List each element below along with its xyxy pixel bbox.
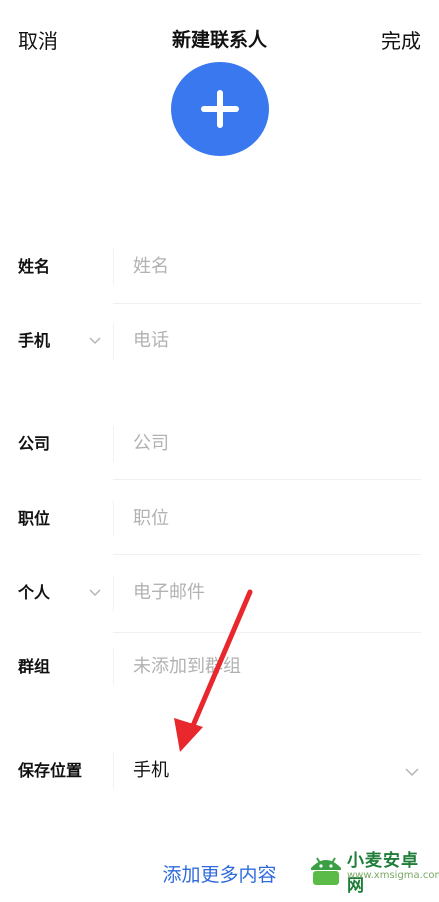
group-selector[interactable]: 未添加到群组 — [133, 637, 241, 697]
separator — [113, 479, 421, 480]
position-input[interactable]: 职位 — [133, 489, 169, 549]
page-title: 新建联系人 — [171, 29, 267, 51]
android-logo-icon — [311, 857, 341, 885]
row-divider — [113, 753, 114, 789]
site-watermark: 小麦安卓网 www.xmsigma.com — [307, 844, 439, 898]
add-photo-button[interactable] — [171, 62, 269, 156]
storage-location-row[interactable]: 保存位置 手机 — [0, 741, 439, 801]
row-divider — [113, 575, 114, 611]
separator — [113, 303, 421, 304]
phone-input[interactable]: 电话 — [133, 311, 169, 371]
company-row: 公司 公司 — [0, 414, 439, 474]
row-divider — [113, 649, 114, 685]
done-button[interactable]: 完成 — [381, 27, 421, 55]
company-input[interactable]: 公司 — [133, 414, 169, 474]
position-row: 职位 职位 — [0, 489, 439, 549]
chevron-down-icon[interactable] — [88, 334, 102, 348]
row-divider — [113, 501, 114, 537]
chevron-down-icon[interactable] — [405, 765, 419, 779]
group-row[interactable]: 群组 未添加到群组 — [0, 637, 439, 697]
separator — [113, 632, 421, 633]
email-type-label[interactable]: 个人 — [18, 563, 50, 623]
position-label: 职位 — [18, 509, 51, 528]
name-row: 姓名 姓名 — [0, 237, 439, 297]
row-divider — [113, 323, 114, 359]
name-input[interactable]: 姓名 — [133, 237, 169, 297]
company-label: 公司 — [18, 434, 51, 453]
storage-location-value[interactable]: 手机 — [133, 741, 169, 801]
name-label: 姓名 — [18, 257, 51, 276]
group-label: 群组 — [18, 657, 51, 676]
storage-location-label: 保存位置 — [18, 761, 83, 780]
separator — [113, 554, 421, 555]
phone-type-label[interactable]: 手机 — [18, 311, 50, 371]
email-input[interactable]: 电子邮件 — [133, 563, 205, 623]
email-row: 个人 电子邮件 — [0, 563, 439, 623]
row-divider — [113, 249, 114, 285]
row-divider — [113, 426, 114, 462]
chevron-down-icon[interactable] — [88, 586, 102, 600]
phone-row: 手机 电话 — [0, 311, 439, 371]
watermark-url: www.xmsigma.com — [347, 870, 439, 881]
